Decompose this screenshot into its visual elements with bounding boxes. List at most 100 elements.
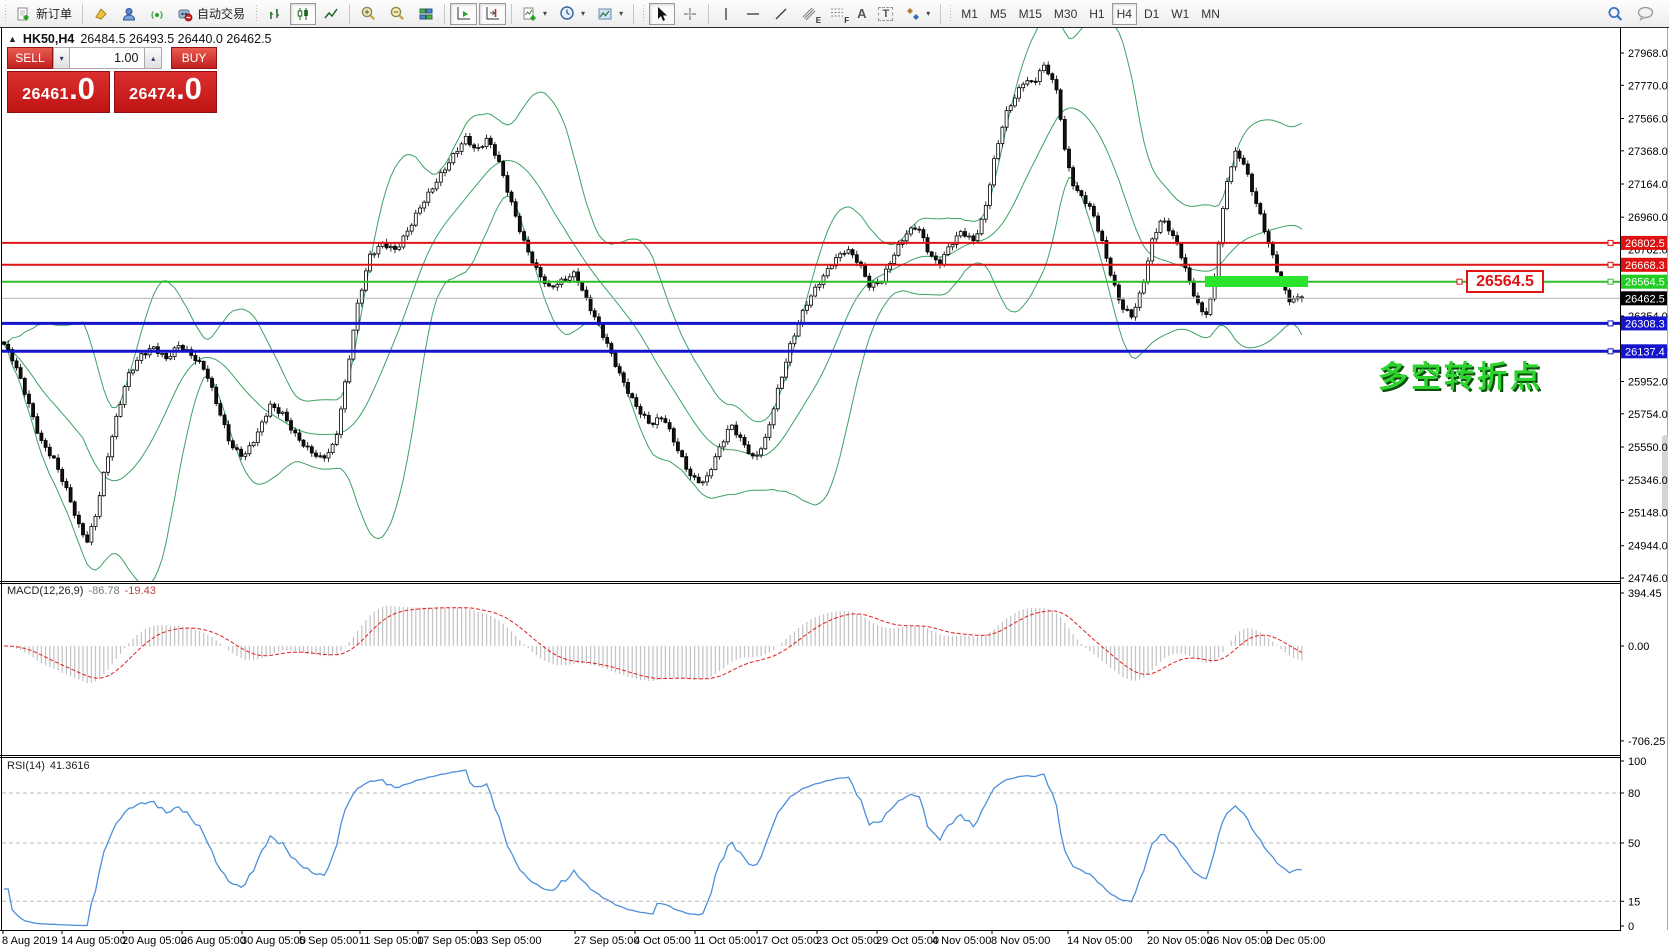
svg-text:23 Oct 05:00: 23 Oct 05:00: [816, 935, 879, 947]
svg-text:27164.0: 27164.0: [1628, 179, 1668, 191]
autotrading-button[interactable]: 自动交易: [172, 3, 250, 25]
volume-input[interactable]: [70, 47, 144, 69]
volume-decrease-button[interactable]: ▾: [53, 47, 71, 69]
chart-canvas[interactable]: 27968.027770.027566.027368.027164.026960…: [0, 0, 1669, 950]
text-label-button[interactable]: T: [873, 3, 898, 25]
highlight-bar[interactable]: [1205, 276, 1308, 287]
buy-price-frac: .0: [176, 74, 202, 104]
periods-button[interactable]: ▾: [554, 3, 590, 25]
line-chart-button[interactable]: [318, 3, 344, 25]
text-button[interactable]: A: [852, 3, 871, 25]
tf-h1-button[interactable]: H1: [1084, 3, 1109, 25]
svg-text:27968.0: 27968.0: [1628, 48, 1668, 60]
auto-scroll-icon: [455, 5, 472, 22]
chart-annotation-text[interactable]: 多空转折点: [1378, 352, 1543, 396]
symbol-timeframe: HK50,H4: [23, 32, 74, 46]
svg-text:24746.0: 24746.0: [1628, 573, 1668, 585]
price-callout-label[interactable]: 26564.5: [1466, 270, 1544, 293]
buy-price-box[interactable]: 26474 .0: [114, 71, 217, 113]
svg-text:4 Oct 05:00: 4 Oct 05:00: [634, 935, 691, 947]
rsi-value: 41.3616: [50, 760, 90, 772]
toolbar-grip: [948, 5, 952, 23]
trendline-button[interactable]: [768, 3, 794, 25]
new-order-icon: [16, 6, 32, 22]
tile-windows-icon: [418, 6, 434, 22]
svg-text:14 Nov 05:00: 14 Nov 05:00: [1067, 935, 1132, 947]
buy-price-main: 26474: [129, 86, 176, 104]
separator: [82, 4, 83, 24]
symbols-button[interactable]: [88, 3, 114, 25]
search-button[interactable]: [1601, 3, 1629, 25]
svg-text:-706.25: -706.25: [1628, 736, 1665, 748]
line-chart-icon: [323, 6, 339, 22]
horizontal-line-button[interactable]: [740, 3, 766, 25]
tf-m30-button[interactable]: M30: [1049, 3, 1082, 25]
svg-text:25346.0: 25346.0: [1628, 475, 1668, 487]
rsi-pane: [2, 770, 1620, 926]
dropdown-caret-icon: ▾: [543, 9, 547, 18]
separator: [349, 4, 350, 24]
macd-label: MACD(12,26,9) -86.78 -19.43: [7, 585, 156, 597]
bar-chart-button[interactable]: [262, 3, 288, 25]
svg-text:27 Sep 05:00: 27 Sep 05:00: [574, 935, 639, 947]
collapse-panel-icon[interactable]: ▲: [8, 34, 17, 44]
one-click-trading-panel: SELL ▾ ▴ BUY 26461 .0 26474 .0: [7, 47, 217, 113]
svg-text:100: 100: [1628, 756, 1646, 768]
chart-shift-icon: [484, 5, 501, 22]
channel-icon: [801, 6, 817, 22]
text-a-icon: A: [857, 6, 866, 21]
buy-button[interactable]: BUY: [171, 47, 217, 69]
tile-windows-button[interactable]: [413, 3, 439, 25]
svg-text:8 Nov 05:00: 8 Nov 05:00: [991, 935, 1050, 947]
tf-mn-button[interactable]: MN: [1196, 3, 1225, 25]
sell-price-box[interactable]: 26461 .0: [7, 71, 110, 113]
data-window-button[interactable]: [116, 3, 142, 25]
svg-text:25952.0: 25952.0: [1628, 377, 1668, 389]
autotrading-icon: [177, 6, 193, 22]
svg-text:26462.5: 26462.5: [1625, 293, 1665, 305]
candlestick-chart-button[interactable]: [290, 3, 316, 25]
clock-icon: [559, 5, 576, 22]
zoom-in-button[interactable]: [355, 3, 382, 25]
svg-text:26668.3: 26668.3: [1625, 260, 1665, 272]
zoom-out-button[interactable]: [384, 3, 411, 25]
mt4-window: 新订单 自动交易: [0, 0, 1669, 950]
new-order-button[interactable]: 新订单: [11, 3, 77, 25]
vertical-line-button[interactable]: [714, 3, 738, 25]
tf-m1-button[interactable]: M1: [956, 3, 983, 25]
chart-title: ▲ HK50,H4 26484.5 26493.5 26440.0 26462.…: [8, 32, 272, 46]
signals-button[interactable]: [144, 3, 170, 25]
tf-m5-button[interactable]: M5: [985, 3, 1012, 25]
volume-increase-button[interactable]: ▴: [144, 47, 162, 69]
crosshair-button[interactable]: [677, 3, 703, 25]
tf-h4-button[interactable]: H4: [1112, 3, 1137, 25]
svg-text:27770.0: 27770.0: [1628, 80, 1668, 92]
templates-button[interactable]: ▾: [592, 3, 628, 25]
svg-text:0: 0: [1628, 921, 1634, 933]
macd-pane: [4, 606, 1302, 683]
chat-button[interactable]: [1631, 3, 1660, 25]
arrows-button[interactable]: ▾: [900, 3, 935, 25]
indicators-button[interactable]: ▾: [517, 3, 552, 25]
sell-button[interactable]: SELL: [7, 47, 53, 69]
svg-text:24944.0: 24944.0: [1628, 541, 1668, 553]
macd-value-signal: -19.43: [125, 585, 156, 597]
ohlc-values: 26484.5 26493.5 26440.0 26462.5: [80, 32, 271, 46]
auto-scroll-button[interactable]: [450, 3, 477, 25]
equidistant-channel-button[interactable]: E: [796, 3, 822, 25]
svg-text:0.00: 0.00: [1628, 641, 1649, 653]
svg-text:394.45: 394.45: [1628, 588, 1662, 600]
dropdown-caret-icon: ▾: [581, 9, 585, 18]
chart-shift-button[interactable]: [479, 3, 506, 25]
tf-w1-button[interactable]: W1: [1166, 3, 1194, 25]
svg-text:26 Nov 05:00: 26 Nov 05:00: [1207, 935, 1272, 947]
svg-text:26564.5: 26564.5: [1625, 277, 1665, 289]
tf-m15-button[interactable]: M15: [1014, 3, 1047, 25]
cursor-button[interactable]: [649, 3, 675, 25]
time-axis[interactable]: 8 Aug 201914 Aug 05:0020 Aug 05:0026 Aug…: [2, 930, 1325, 947]
tf-d1-button[interactable]: D1: [1139, 3, 1164, 25]
price-axis[interactable]: 27968.027770.027566.027368.027164.026960…: [1620, 48, 1668, 933]
separator: [444, 4, 445, 24]
vertical-line-icon: [719, 6, 733, 22]
fibonacci-button[interactable]: F: [824, 3, 850, 25]
